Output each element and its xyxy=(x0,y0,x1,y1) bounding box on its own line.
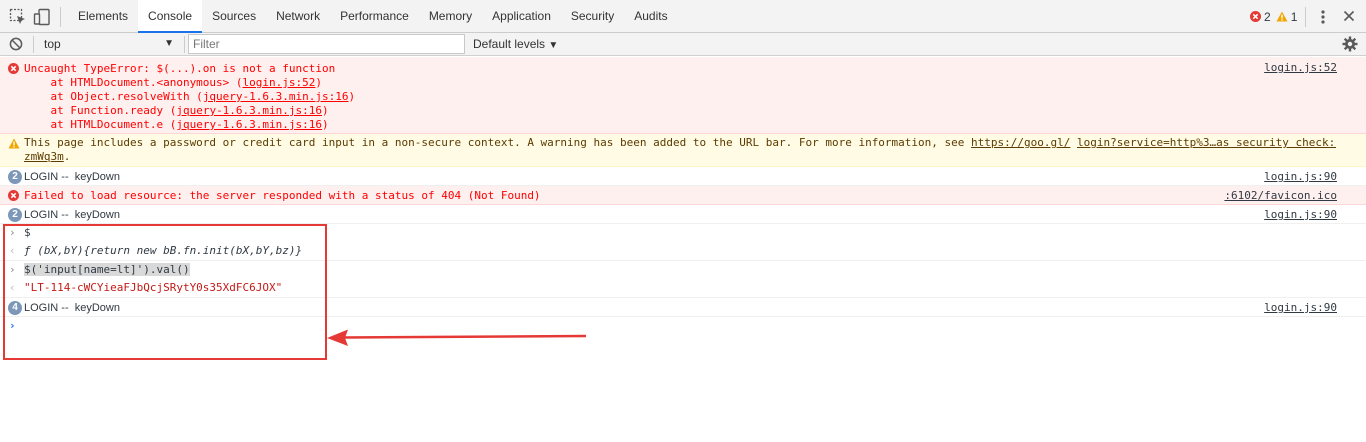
toolbar-divider xyxy=(60,7,61,27)
toolbar-divider xyxy=(184,36,185,53)
close-icon[interactable] xyxy=(1342,9,1356,23)
chevron-down-icon: ▼ xyxy=(548,40,559,51)
source-link[interactable]: login.js:90 xyxy=(1264,170,1337,183)
stack-frame: at HTMLDocument.<anonymous> (login.js:52… xyxy=(24,76,323,89)
devtools-tab-bar: Elements Console Sources Network Perform… xyxy=(0,0,1366,33)
tab-application[interactable]: Application xyxy=(482,0,561,33)
source-link[interactable]: login.js:90 xyxy=(1264,208,1337,221)
device-toggle-icon[interactable] xyxy=(33,8,51,26)
issue-counts[interactable]: 2 1 xyxy=(1250,0,1297,33)
log-text: LOGIN -- keyDown xyxy=(24,209,120,221)
tab-security[interactable]: Security xyxy=(561,0,624,33)
warning-text: This page includes a password or credit … xyxy=(24,136,1336,150)
gear-icon[interactable] xyxy=(1342,36,1358,52)
tab-console[interactable]: Console xyxy=(138,0,203,33)
stack-frame: at Object.resolveWith (jquery-1.6.3.min.… xyxy=(24,90,356,103)
error-text: Failed to load resource: the server resp… xyxy=(24,189,541,202)
error-icon xyxy=(1250,11,1261,22)
toolbar-divider xyxy=(1305,7,1306,27)
panel-tabs: Elements Console Sources Network Perform… xyxy=(68,0,678,33)
error-icon xyxy=(8,63,19,74)
source-link[interactable]: login.js:90 xyxy=(1264,301,1337,314)
warning-icon xyxy=(1276,11,1288,22)
tab-memory[interactable]: Memory xyxy=(419,0,482,33)
stack-frame: at Function.ready (jquery-1.6.3.min.js:1… xyxy=(24,104,329,117)
console-error-message: Failed to load resource: the server resp… xyxy=(0,186,1366,205)
warning-count: 1 xyxy=(1276,9,1298,24)
source-link[interactable]: login.js:52 xyxy=(1264,61,1337,74)
console-filter-bar: top ▼ Default levels ▼ xyxy=(0,33,1366,56)
context-selector[interactable]: top ▼ xyxy=(38,35,180,53)
console-warning-message: This page includes a password or credit … xyxy=(0,134,1366,167)
tab-audits[interactable]: Audits xyxy=(624,0,677,33)
source-link[interactable]: :6102/favicon.ico xyxy=(1224,189,1337,202)
context-value: top xyxy=(44,37,61,51)
clear-console-icon[interactable] xyxy=(9,37,23,51)
console-log-message: 2 LOGIN -- keyDown login.js:90 xyxy=(0,205,1366,224)
tab-elements[interactable]: Elements xyxy=(68,0,138,33)
toolbar-divider xyxy=(33,36,34,53)
kebab-menu-icon[interactable] xyxy=(1318,8,1328,26)
error-icon xyxy=(8,190,19,201)
error-count: 2 xyxy=(1250,10,1271,24)
warning-count-value: 1 xyxy=(1290,9,1298,24)
tab-sources[interactable]: Sources xyxy=(202,0,266,33)
annotation-arrow-icon xyxy=(327,329,587,346)
stack-link[interactable]: jquery-1.6.3.min.js:16 xyxy=(203,90,349,103)
chevron-down-icon: ▼ xyxy=(164,38,174,49)
warning-text-continued: zmWq3m. xyxy=(24,150,71,163)
repeat-count-badge: 2 xyxy=(8,208,22,222)
repeat-count-badge: 2 xyxy=(8,170,22,184)
warning-icon xyxy=(8,138,20,149)
inspect-icon[interactable] xyxy=(9,8,27,26)
error-text: Uncaught TypeError: $(...).on is not a f… xyxy=(24,62,336,75)
warning-link[interactable]: https://goo.gl/ xyxy=(971,136,1070,149)
tab-network[interactable]: Network xyxy=(266,0,330,33)
stack-link[interactable]: jquery-1.6.3.min.js:16 xyxy=(176,104,322,117)
stack-frame: at HTMLDocument.e (jquery-1.6.3.min.js:1… xyxy=(24,118,329,131)
tab-performance[interactable]: Performance xyxy=(330,0,419,33)
log-levels-label: Default levels xyxy=(473,37,546,51)
stack-link[interactable]: jquery-1.6.3.min.js:16 xyxy=(176,118,322,131)
console-log-message: 2 LOGIN -- keyDown login.js:90 xyxy=(0,167,1366,186)
console-error-message: Uncaught TypeError: $(...).on is not a f… xyxy=(0,57,1366,134)
log-levels-dropdown[interactable]: Default levels ▼ xyxy=(473,35,558,53)
error-count-value: 2 xyxy=(1264,9,1271,24)
log-text: LOGIN -- keyDown xyxy=(24,171,120,183)
filter-input[interactable] xyxy=(188,34,465,54)
warning-source-link[interactable]: login?service=http%3…as security check:1 xyxy=(1077,136,1336,149)
stack-link[interactable]: login.js:52 xyxy=(243,76,316,89)
annotation-highlight-box xyxy=(3,224,327,360)
